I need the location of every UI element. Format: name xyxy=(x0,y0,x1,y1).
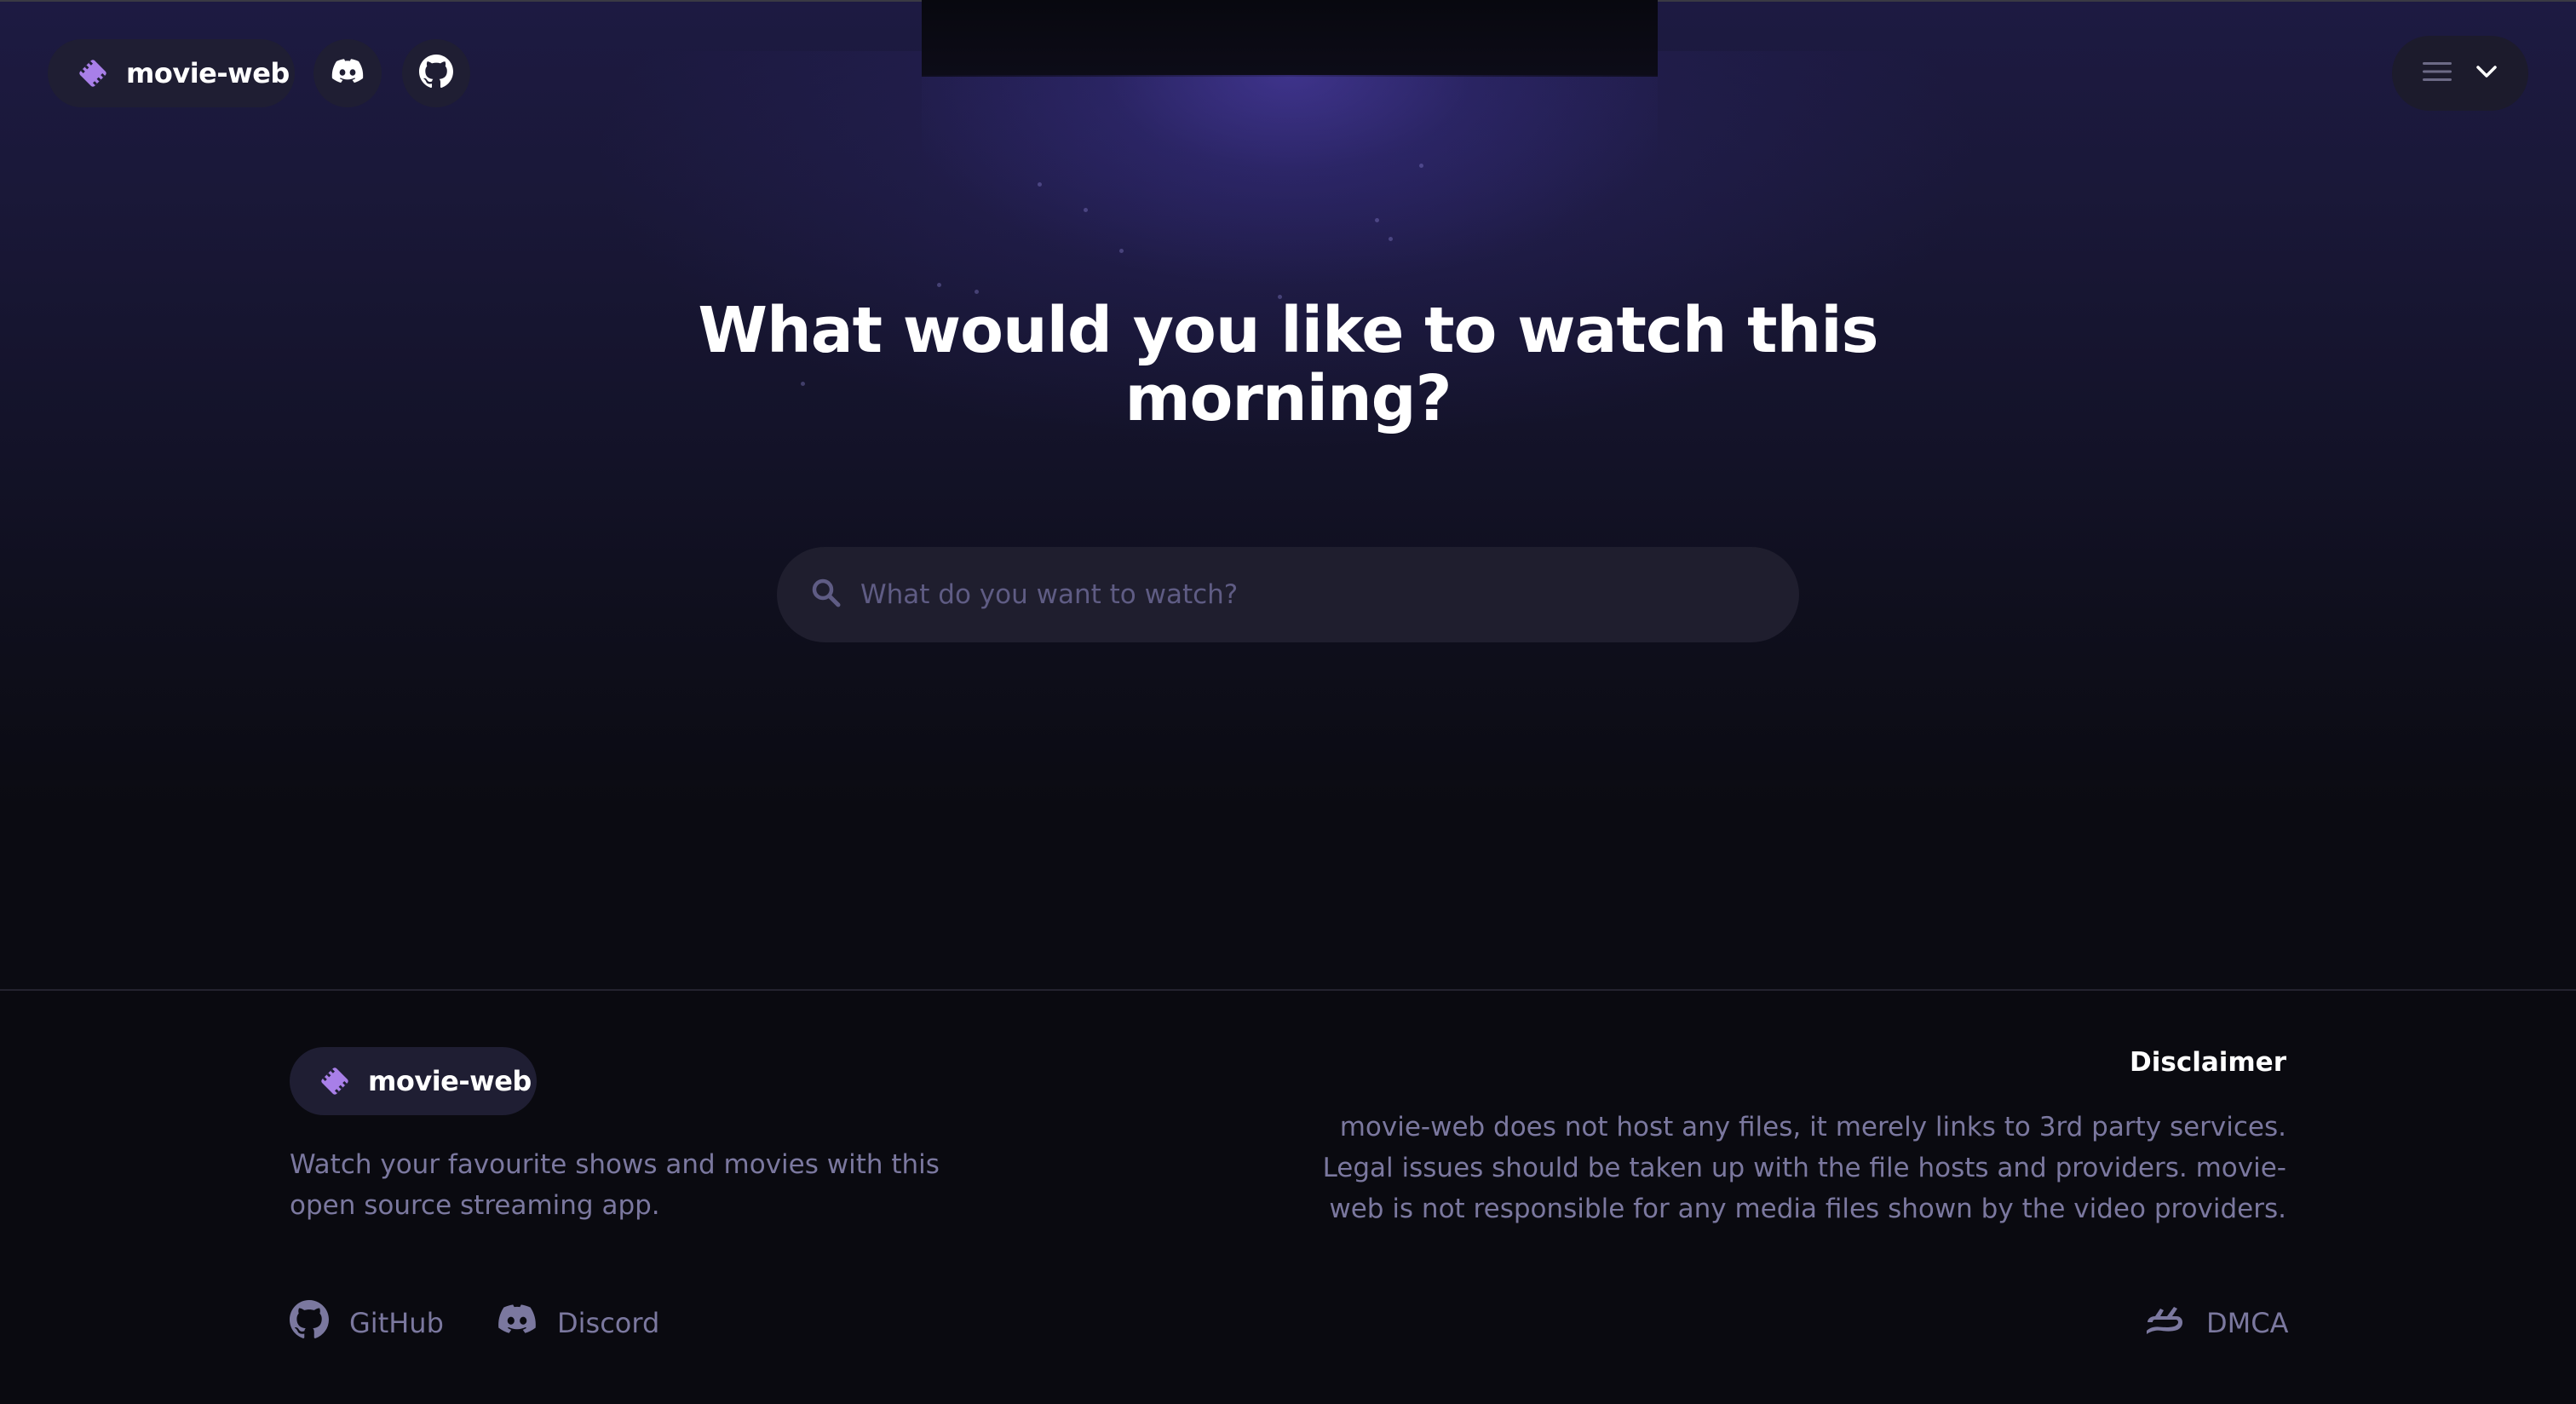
film-icon xyxy=(317,1063,353,1099)
chevron-down-icon xyxy=(2475,64,2498,83)
footer-dmca-label: DMCA xyxy=(2206,1307,2289,1339)
particle xyxy=(937,283,941,287)
search-input[interactable] xyxy=(860,547,1799,642)
particle xyxy=(1038,182,1042,187)
discord-button[interactable] xyxy=(313,39,382,107)
disclaimer-heading: Disclaimer xyxy=(2130,1047,2286,1078)
settings-menu-button[interactable] xyxy=(2392,36,2528,111)
search-bar[interactable] xyxy=(777,547,1799,642)
brand-name: movie-web xyxy=(126,57,290,89)
brand-home-link[interactable]: movie-web xyxy=(48,39,295,107)
footer-brand-link[interactable]: movie-web xyxy=(290,1047,537,1115)
hero-section: movie-web What would you like to watch t… xyxy=(0,0,2576,989)
github-icon xyxy=(419,55,453,92)
footer-discord-link[interactable]: Discord xyxy=(497,1298,659,1349)
particle xyxy=(1419,164,1423,168)
disclaimer-text: movie-web does not host any files, it me… xyxy=(1322,1112,2286,1224)
footer-github-label: GitHub xyxy=(349,1307,444,1339)
github-button[interactable] xyxy=(402,39,470,107)
page-title: What would you like to watch this mornin… xyxy=(698,294,1878,435)
film-icon xyxy=(75,55,111,91)
spotlight-lamp xyxy=(922,0,1658,77)
footer: movie-web Watch your favourite shows and… xyxy=(0,989,2576,1404)
footer-github-link[interactable]: GitHub xyxy=(290,1298,444,1349)
spotlight-glow xyxy=(922,75,1658,296)
footer-tagline: Watch your favourite shows and movies wi… xyxy=(290,1149,940,1221)
particle xyxy=(1084,208,1088,212)
search-icon xyxy=(811,578,842,612)
app-root: movie-web What would you like to watch t… xyxy=(0,0,2576,1404)
particle xyxy=(1375,218,1379,222)
footer-brand-name: movie-web xyxy=(368,1065,532,1097)
footer-discord-label: Discord xyxy=(557,1307,660,1339)
discord-icon xyxy=(331,59,364,88)
hamburger-icon xyxy=(2423,60,2452,86)
particle xyxy=(1389,237,1393,241)
discord-icon xyxy=(497,1304,537,1342)
dmca-icon xyxy=(2143,1302,2186,1344)
particle xyxy=(1119,249,1124,253)
github-icon xyxy=(290,1300,329,1346)
footer-dmca-link[interactable]: DMCA xyxy=(2143,1298,2288,1349)
